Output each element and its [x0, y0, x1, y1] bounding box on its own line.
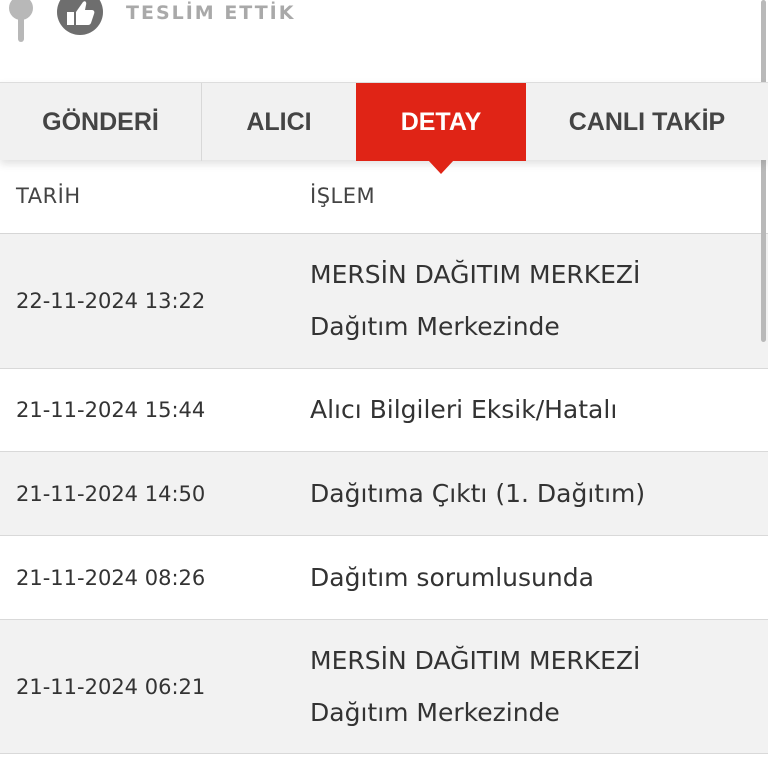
table-row: 21-11-2024 15:44 Alıcı Bilgileri Eksik/H…: [0, 369, 768, 452]
operation-status: Alıcı Bilgileri Eksik/Hatalı: [310, 395, 618, 424]
tab-label: CANLI TAKİP: [568, 107, 726, 136]
scrollbar-thumb[interactable]: [761, 0, 766, 342]
table-row: 21-11-2024 06:21 MERSİN DAĞITIM MERKEZİ …: [0, 620, 768, 754]
row-operation: Dağıtım sorumlusunda: [310, 552, 594, 604]
table-row: 21-11-2024 08:26 Dağıtım sorumlusunda: [0, 536, 768, 620]
table-row: 22-11-2024 13:22 MERSİN DAĞITIM MERKEZİ …: [0, 234, 768, 369]
tab-canli-takip[interactable]: CANLI TAKİP: [526, 83, 768, 161]
tab-detay[interactable]: DETAY: [356, 83, 526, 161]
table-header: TARİH İŞLEM: [0, 160, 768, 234]
tab-bar: GÖNDERİ ALICI DETAY CANLI TAKİP: [0, 82, 768, 161]
tab-gonderi[interactable]: GÖNDERİ: [0, 83, 202, 161]
shipment-detail-screen: TESLİM ETTİK GÖNDERİ ALICI DETAY CANLI T…: [0, 0, 768, 768]
operation-status: Dağıtım sorumlusunda: [310, 562, 594, 592]
operation-location: MERSİN DAĞITIM MERKEZİ: [310, 645, 641, 675]
row-date: 21-11-2024 15:44: [16, 398, 206, 422]
table-row: 21-11-2024 14:50 Dağıtıma Çıktı (1. Dağı…: [0, 452, 768, 536]
operation-status: Dağıtım Merkezinde: [310, 697, 560, 727]
delivery-status-strip: TESLİM ETTİK: [0, 0, 768, 82]
row-date: 21-11-2024 08:26: [16, 565, 206, 590]
tab-label: ALICI: [246, 107, 312, 136]
active-tab-indicator: [428, 160, 454, 174]
row-date: 22-11-2024 13:22: [16, 289, 206, 313]
row-date: 21-11-2024 14:50: [16, 481, 206, 506]
tab-alici[interactable]: ALICI: [202, 83, 356, 161]
delivery-status-label: TESLİM ETTİK: [126, 2, 296, 24]
operation-status: Dağıtım Merkezinde: [310, 312, 560, 341]
tracking-history-table: TARİH İŞLEM 22-11-2024 13:22 MERSİN DAĞI…: [0, 160, 768, 754]
pin-icon: [9, 0, 33, 42]
column-header-operation: İŞLEM: [310, 184, 376, 208]
row-operation: Alıcı Bilgileri Eksik/Hatalı: [310, 384, 617, 436]
row-operation: MERSİN DAĞITIM MERKEZİ Dağıtım Merkezind…: [310, 635, 640, 739]
thumbs-up-icon: [57, 0, 103, 35]
tab-label: GÖNDERİ: [42, 107, 159, 136]
row-operation: MERSİN DAĞITIM MERKEZİ Dağıtım Merkezind…: [310, 249, 640, 353]
row-date: 21-11-2024 06:21: [16, 674, 206, 699]
row-operation: Dağıtıma Çıktı (1. Dağıtım): [310, 468, 645, 520]
operation-status: Dağıtıma Çıktı (1. Dağıtım): [310, 478, 646, 508]
operation-location: MERSİN DAĞITIM MERKEZİ: [310, 260, 641, 289]
tab-label: DETAY: [400, 107, 482, 136]
column-header-date: TARİH: [16, 184, 81, 208]
